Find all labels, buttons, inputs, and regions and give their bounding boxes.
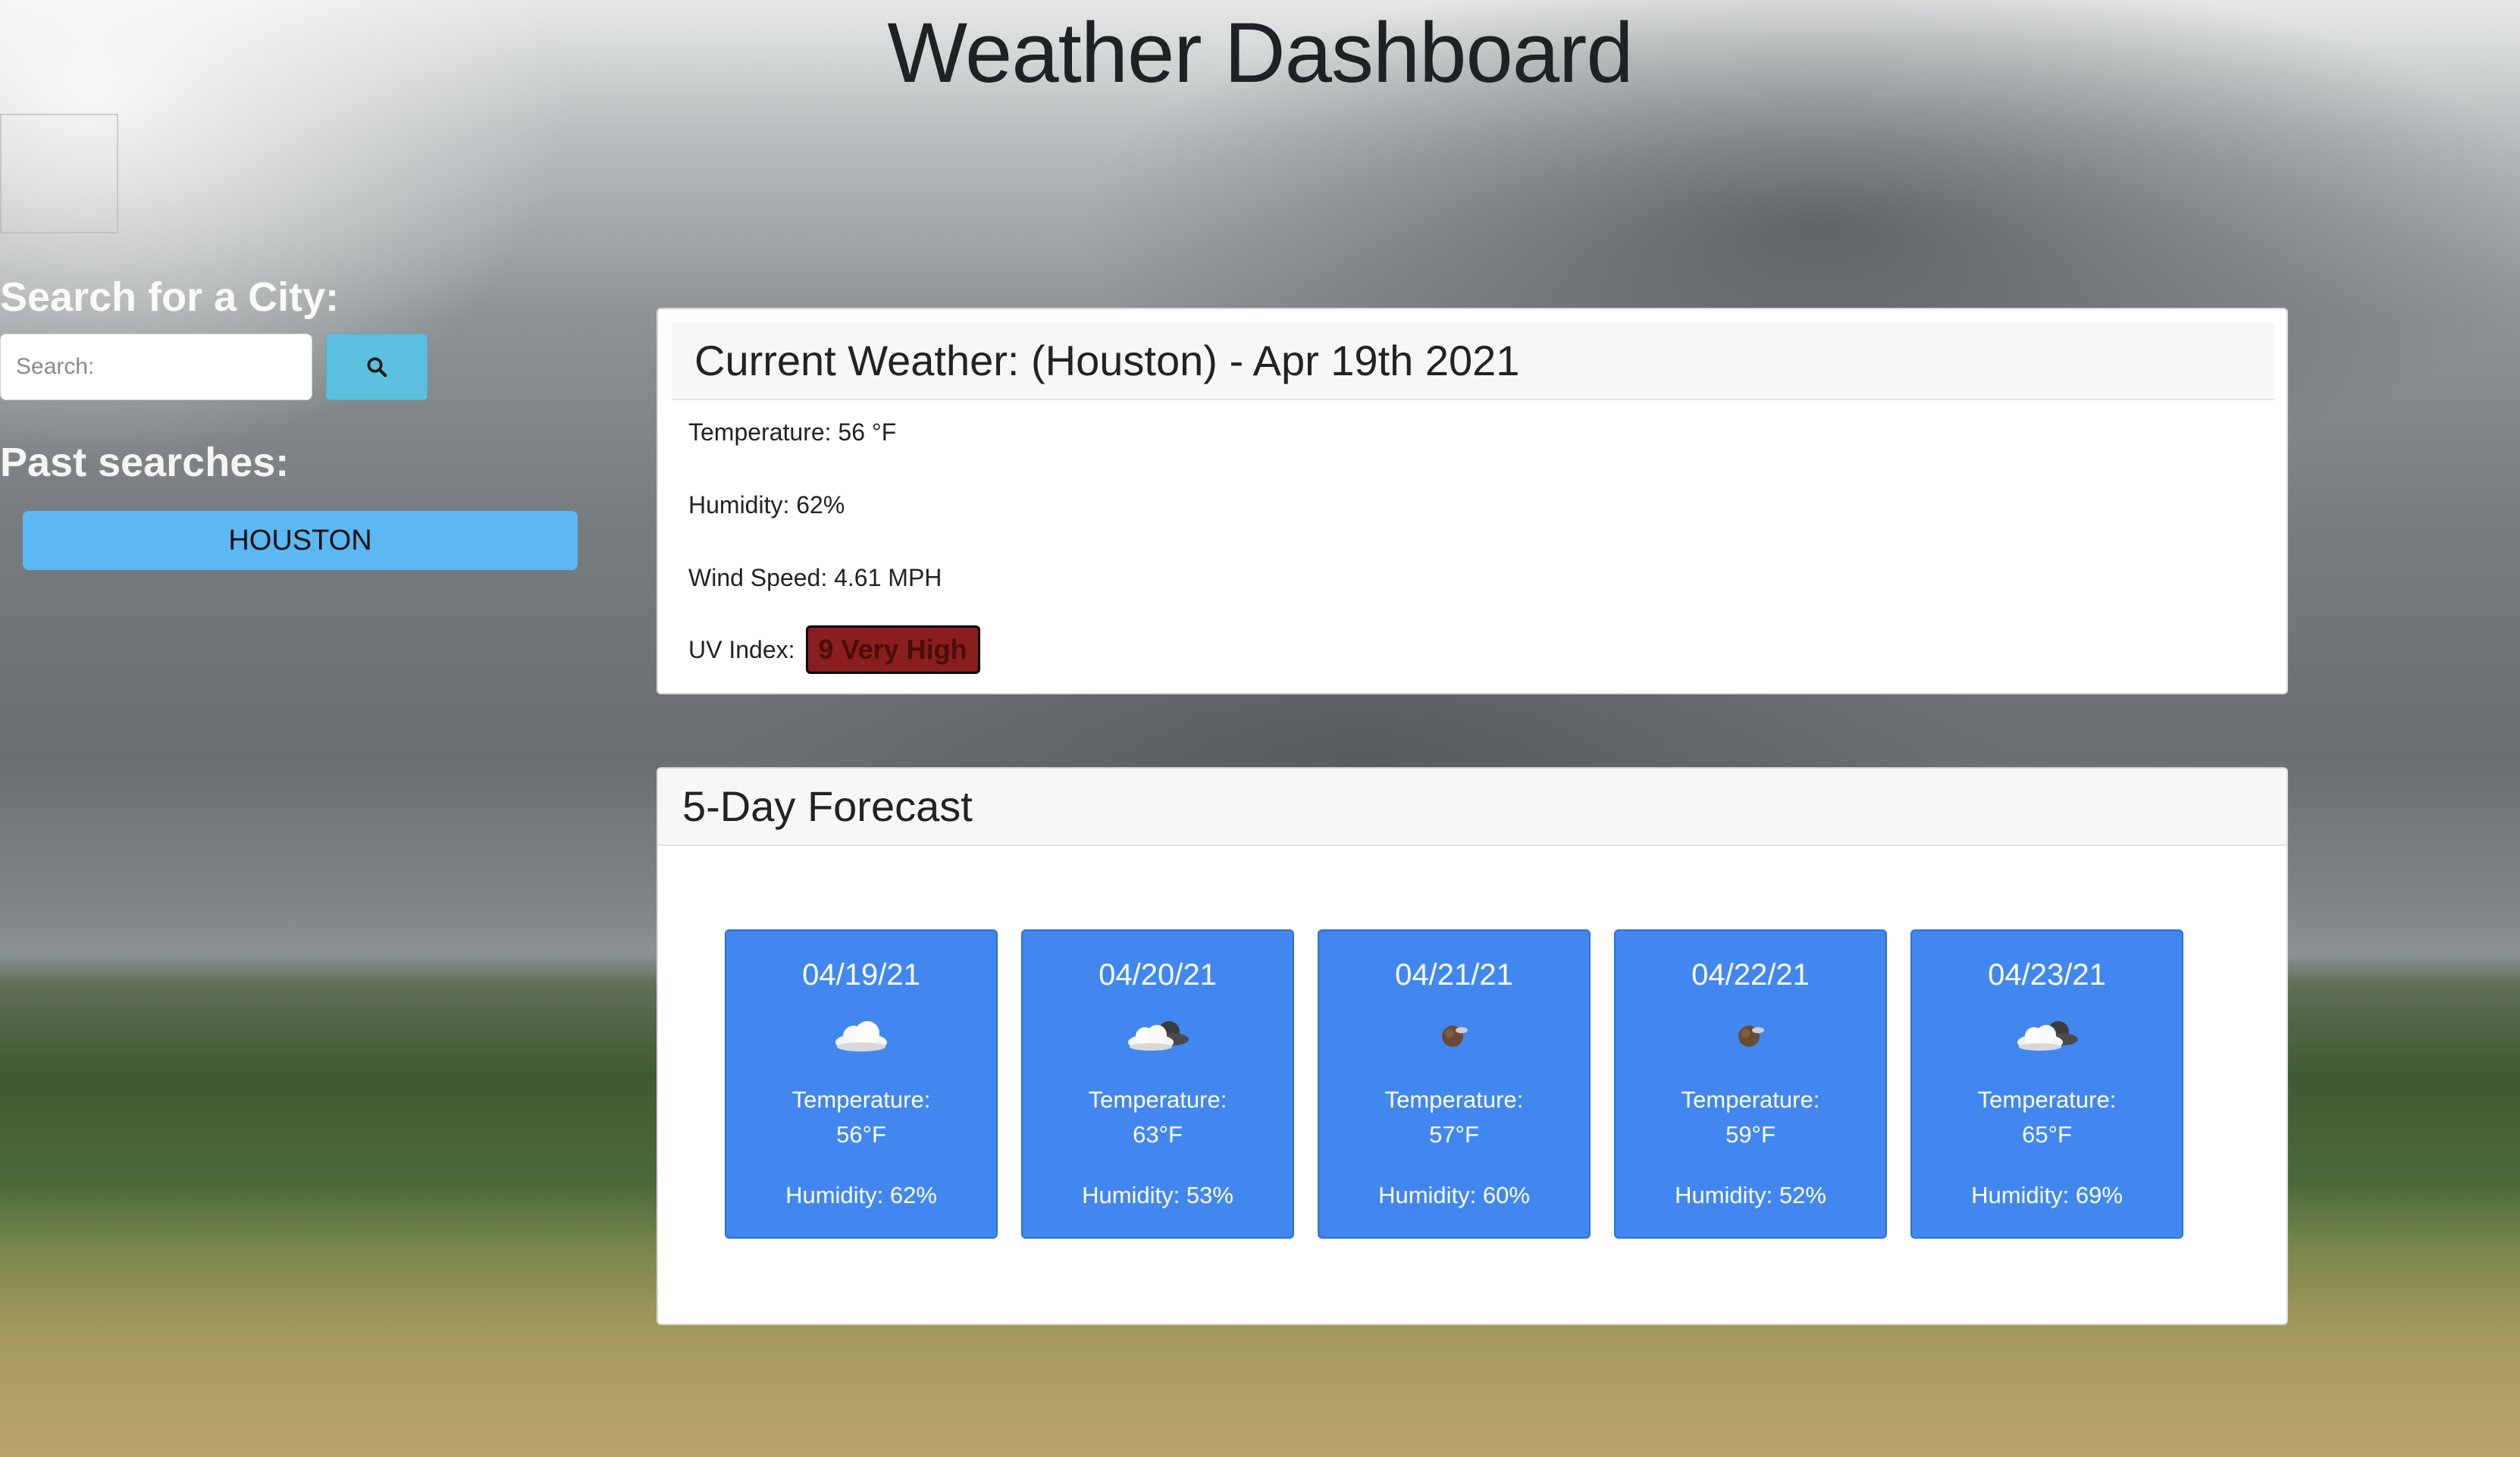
- forecast-date: 04/19/21: [802, 958, 920, 992]
- forecast-day-card: 04/23/21 Temperature: 65°F Humidity: 69%: [1910, 929, 2183, 1239]
- search-button[interactable]: [326, 334, 428, 400]
- current-humidity: Humidity: 62%: [688, 491, 845, 519]
- forecast-day-card: 04/20/21 Temperature: 63°F Humidity: 53%: [1021, 929, 1294, 1239]
- forecast-humidity: Humidity: 52%: [1675, 1182, 1826, 1208]
- forecast-card: 5-Day Forecast 04/19/21 Temperature: 56°…: [657, 767, 2288, 1325]
- image-placeholder: [0, 114, 118, 233]
- forecast-temperature-label: Temperature:: [1088, 1086, 1227, 1113]
- forecast-title: 5-Day Forecast: [682, 782, 973, 830]
- search-icon: [367, 357, 387, 378]
- history-item-houston[interactable]: HOUSTON: [23, 511, 578, 570]
- forecast-humidity: Humidity: 53%: [1082, 1182, 1233, 1208]
- current-weather-header: Current Weather: (Houston) - Apr 19th 20…: [672, 323, 2274, 400]
- search-input[interactable]: [0, 334, 312, 400]
- few-clouds-icon: [1616, 1013, 1885, 1058]
- current-wind-speed: Wind Speed: 4.61 MPH: [688, 564, 942, 591]
- cloud-icon: [726, 1013, 996, 1058]
- page-title: Weather Dashboard: [887, 5, 1633, 100]
- past-searches-heading: Past searches:: [0, 440, 290, 485]
- forecast-humidity: Humidity: 69%: [1971, 1182, 2123, 1208]
- broken-clouds-icon: [1912, 1013, 2182, 1058]
- current-weather-title: Current Weather: (Houston) - Apr 19th 20…: [694, 337, 1520, 384]
- search-heading: Search for a City:: [0, 274, 340, 320]
- few-clouds-icon: [1319, 1013, 1589, 1058]
- forecast-date: 04/23/21: [1988, 958, 2106, 992]
- forecast-temperature-label: Temperature:: [1977, 1086, 2117, 1113]
- forecast-humidity: Humidity: 60%: [1378, 1182, 1530, 1208]
- broken-clouds-icon: [1023, 1013, 1293, 1058]
- forecast-humidity: Humidity: 62%: [785, 1182, 937, 1208]
- forecast-day-card: 04/22/21 Temperature: 59°F Humidity: 52%: [1614, 929, 1887, 1239]
- uv-index-row: UV Index: 9 Very High: [688, 623, 980, 676]
- forecast-date: 04/21/21: [1395, 958, 1513, 992]
- current-weather-card: Current Weather: (Houston) - Apr 19th 20…: [657, 308, 2288, 694]
- forecast-temperature-label: Temperature:: [1681, 1086, 1820, 1113]
- forecast-day-card: 04/21/21 Temperature: 57°F Humidity: 60%: [1318, 929, 1591, 1239]
- forecast-temperature-label: Temperature:: [1384, 1086, 1524, 1113]
- forecast-day-card: 04/19/21 Temperature: 56°F Humidity: 62%: [725, 929, 998, 1239]
- uv-index-badge: 9 Very High: [805, 625, 980, 674]
- forecast-date: 04/20/21: [1099, 958, 1217, 992]
- forecast-temperature: 65°F: [2022, 1121, 2072, 1148]
- forecast-temperature-label: Temperature:: [791, 1086, 931, 1113]
- forecast-header: 5-Day Forecast: [658, 769, 2286, 846]
- forecast-temperature: 57°F: [1429, 1121, 1479, 1148]
- forecast-date: 04/22/21: [1691, 958, 1810, 992]
- forecast-temperature: 59°F: [1725, 1121, 1776, 1148]
- forecast-temperature: 63°F: [1133, 1121, 1183, 1148]
- forecast-temperature: 56°F: [836, 1121, 886, 1148]
- uv-index-label: UV Index:: [688, 635, 795, 663]
- current-temperature: Temperature: 56 °F: [688, 418, 897, 446]
